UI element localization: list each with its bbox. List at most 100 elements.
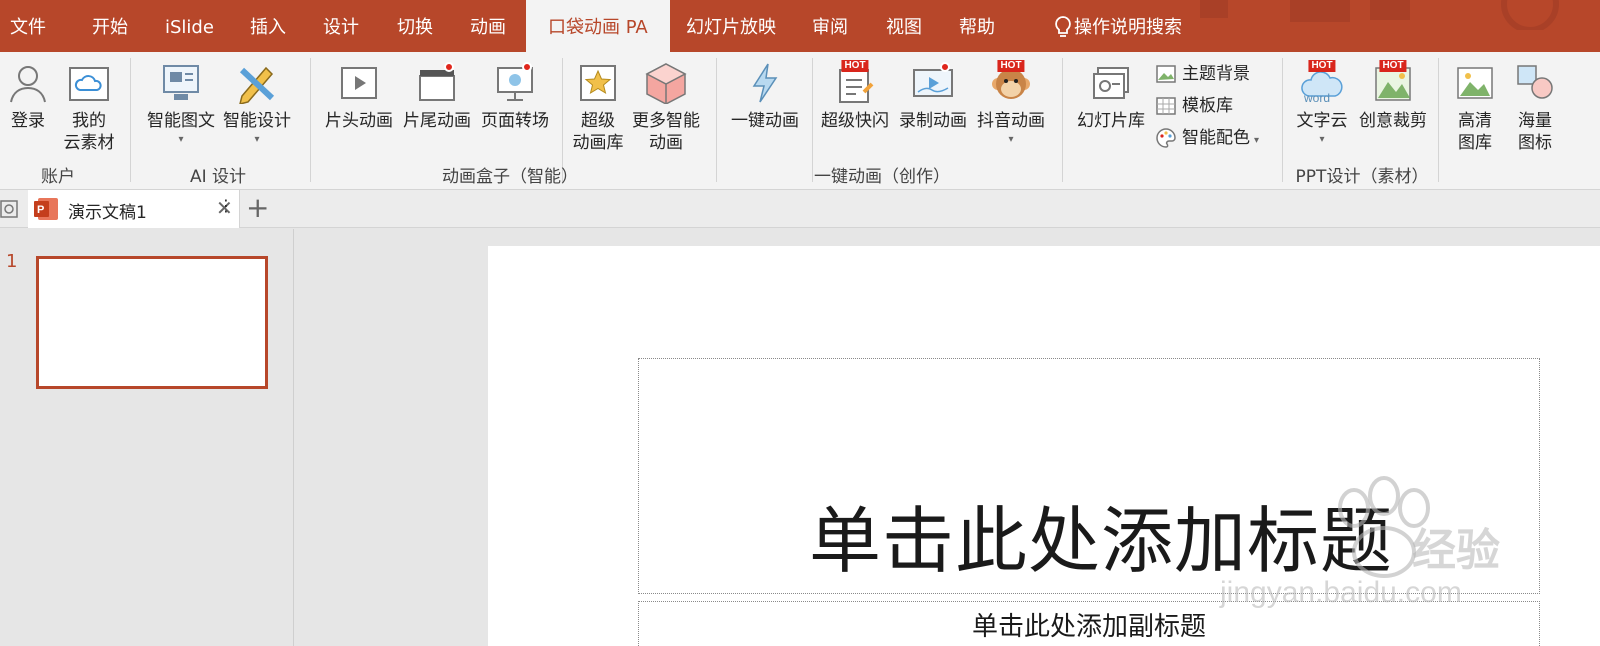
play-frame-icon: [341, 67, 377, 99]
group-separator: [812, 58, 813, 182]
tab-help[interactable]: 帮助: [959, 0, 995, 52]
menu-bar: 文件 开始 iSlide 插入 设计 切换 动画 口袋动画 PA 幻灯片放映 审…: [0, 0, 1600, 52]
smart-color-button[interactable]: 智能配色 ▾: [1156, 126, 1259, 150]
tab-design[interactable]: 设计: [323, 0, 359, 52]
theme-background-button[interactable]: 主题背景: [1156, 62, 1250, 86]
chevron-down-icon: ▾: [1319, 134, 1325, 145]
tiktok-animation-button[interactable]: HOT 抖音动画 ▾: [974, 60, 1048, 146]
slide-thumbnail-pane: 1: [0, 229, 294, 646]
tab-animations[interactable]: 动画: [470, 0, 506, 52]
tab-transitions[interactable]: 切换: [397, 0, 433, 52]
group-label-ppt-design: PPT设计（素材）: [1295, 167, 1429, 187]
smart-graphic-button[interactable]: 智能图文 ▾: [146, 62, 216, 146]
record-animation-label: 录制动画: [899, 111, 967, 131]
group-separator: [716, 58, 717, 182]
animation-library-label: 动画库: [572, 133, 624, 153]
lightbulb-icon: [1055, 16, 1071, 37]
template-library-label: 模板库: [1182, 96, 1233, 116]
intro-animation-button[interactable]: 片头动画: [322, 62, 396, 132]
image-library-label: 图库: [1458, 133, 1492, 153]
massive-label: 海量: [1518, 111, 1552, 131]
login-button[interactable]: 登录: [6, 62, 50, 132]
tab-pocket-animation[interactable]: 口袋动画 PA: [526, 0, 670, 52]
super-flash-label: 超级快闪: [821, 111, 889, 131]
decorative-header-shapes-icon: [1200, 0, 1559, 30]
word-cloud-button[interactable]: word HOT 文字云 ▾: [1290, 60, 1354, 146]
tab-islide[interactable]: iSlide: [165, 0, 214, 52]
document-name: 演示文稿1: [68, 203, 147, 223]
group-separator: [130, 58, 131, 182]
star-box-icon: [580, 65, 616, 101]
watermark-url: jingyan.baidu.com: [1220, 576, 1462, 609]
more-smart-label: 更多智能: [632, 111, 700, 131]
outro-animation-button[interactable]: 片尾动画: [400, 62, 474, 132]
group-label-animation-box: 动画盒子（智能）: [442, 167, 578, 187]
svg-text:P: P: [37, 204, 44, 216]
animation-label: 动画: [649, 133, 683, 153]
user-icon: [10, 66, 46, 103]
group-separator: [1438, 58, 1439, 182]
record-animation-button[interactable]: 录制动画: [896, 62, 970, 132]
smart-graphic-label: 智能图文: [147, 111, 215, 131]
tab-home[interactable]: 开始: [92, 0, 128, 52]
slide-number: 1: [6, 251, 18, 272]
new-tab-icon[interactable]: +: [246, 191, 269, 224]
slide-thumbnail[interactable]: [36, 256, 268, 389]
one-click-animation-button[interactable]: 一键动画: [728, 62, 802, 132]
tab-insert[interactable]: 插入: [250, 0, 286, 52]
my-cloud-assets-button[interactable]: 我的 云素材: [62, 62, 116, 154]
more-options-icon[interactable]: ⋮: [218, 196, 234, 215]
tab-view[interactable]: 视图: [886, 0, 922, 52]
smart-design-label: 智能设计: [223, 111, 291, 131]
slide-library-button[interactable]: 幻灯片库: [1074, 62, 1148, 132]
pencil-ruler-icon: [239, 66, 275, 104]
group-separator: [310, 58, 311, 182]
cube-icon: [645, 63, 687, 104]
word-cloud-text: word: [1304, 91, 1331, 105]
group-label-ai: AI 设计: [189, 167, 247, 187]
title-placeholder-text: 单击此处添加标题: [808, 499, 1393, 583]
palette-icon: [1156, 128, 1176, 148]
super-flash-button[interactable]: HOT 超级快闪: [818, 60, 892, 132]
group-separator: [1062, 58, 1063, 182]
lightning-icon: [752, 63, 778, 103]
creative-crop-button[interactable]: HOT 创意裁剪: [1356, 60, 1430, 132]
tab-review[interactable]: 审阅: [812, 0, 848, 52]
hot-badge: HOT: [1308, 60, 1336, 72]
massive-icons-button[interactable]: 海量 图标: [1508, 62, 1562, 154]
slide-library-label: 幻灯片库: [1077, 111, 1145, 131]
tell-me-search[interactable]: 操作说明搜索: [1074, 0, 1182, 52]
group-separator: [1282, 58, 1283, 182]
cloud-folder-icon: [69, 67, 109, 101]
chevron-down-icon: ▾: [1254, 135, 1260, 146]
more-smart-animation-button[interactable]: 更多智能 动画: [630, 62, 702, 154]
document-tab[interactable]: P 演示文稿1 ✕: [28, 190, 240, 228]
intro-animation-label: 片头动画: [325, 111, 393, 131]
slides-stack-icon: [1093, 67, 1129, 99]
tiktok-animation-label: 抖音动画: [977, 111, 1045, 131]
template-library-button[interactable]: 模板库: [1156, 94, 1233, 118]
outro-animation-label: 片尾动画: [403, 111, 471, 131]
new-badge-dot: [444, 62, 454, 72]
icons-label: 图标: [1518, 133, 1552, 153]
document-tab-bar: P 演示文稿1 ✕ ⋮ +: [0, 190, 1600, 228]
group-label-one-click: 一键动画（创作）: [814, 167, 950, 187]
theme-background-label: 主题背景: [1182, 64, 1250, 84]
hot-badge: HOT: [997, 60, 1025, 72]
ribbon: 登录 我的 云素材 账户 智能图文 ▾ 智能设计 ▾ AI 设计 片头动画 片尾…: [0, 52, 1600, 190]
chevron-down-icon: ▾: [1008, 134, 1014, 145]
smart-design-button[interactable]: 智能设计 ▾: [222, 62, 292, 146]
chevron-down-icon: ▾: [254, 134, 260, 145]
tab-file[interactable]: 文件: [10, 0, 46, 52]
new-badge-dot: [522, 62, 532, 72]
tab-slideshow[interactable]: 幻灯片放映: [686, 0, 776, 52]
history-icon[interactable]: [0, 198, 22, 220]
page-transition-button[interactable]: 页面转场: [478, 62, 552, 132]
login-label: 登录: [11, 111, 45, 131]
creative-crop-label: 创意裁剪: [1359, 111, 1427, 131]
shapes-icon: [1517, 65, 1553, 99]
hd-images-button[interactable]: 高清 图库: [1448, 62, 1502, 154]
hot-badge: HOT: [841, 60, 869, 72]
my-cloud-assets-label: 我的 云素材: [63, 111, 115, 153]
super-animation-library-button[interactable]: 超级 动画库: [568, 62, 628, 154]
